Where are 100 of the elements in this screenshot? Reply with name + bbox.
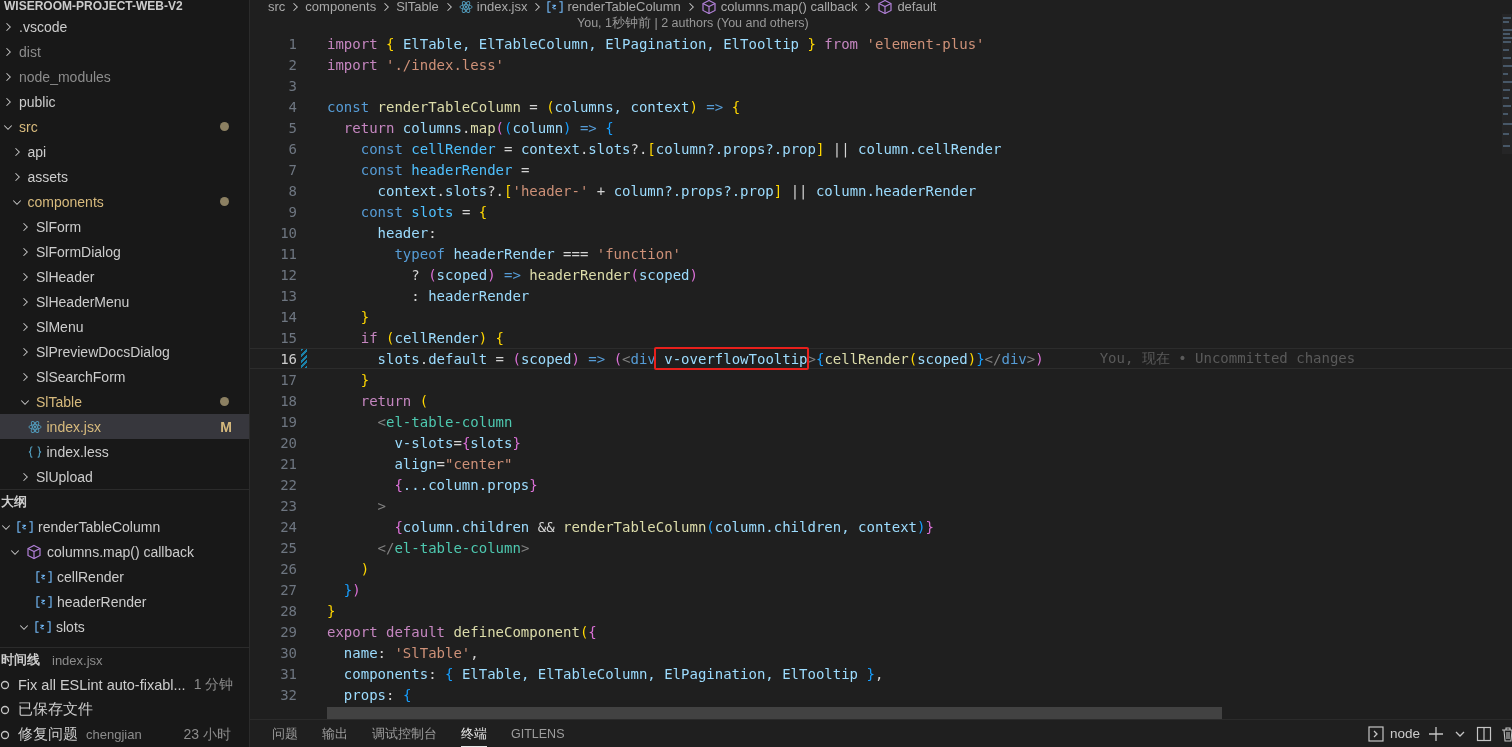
code-line: <el-table-column xyxy=(376,413,513,430)
tree-item[interactable]: SlMenu xyxy=(0,314,249,339)
line-number: 25 xyxy=(279,539,297,556)
code-line: typeof headerRender === 'function' xyxy=(393,245,682,262)
breadcrumb-item[interactable]: index.jsx xyxy=(476,0,528,14)
brackets-icon xyxy=(35,619,51,634)
line-number: 12 xyxy=(279,266,297,283)
panel-tab[interactable]: 问题 xyxy=(272,720,298,747)
tree-item[interactable]: SlHeaderMenu xyxy=(0,289,249,314)
line-number: 3 xyxy=(287,77,297,94)
outline-item[interactable]: cellRender xyxy=(0,564,249,589)
code-line: v-slots={slots} xyxy=(393,434,521,451)
explorer-title: WISEROOM-PROJECT-WEB-V2 xyxy=(3,0,183,14)
line-number: 2 xyxy=(287,56,297,73)
code-line: } xyxy=(327,602,336,619)
tree-item[interactable]: SlPreviewDocsDialog xyxy=(0,339,249,364)
code-line: components: { ElTable, ElTableColumn, ElPagination, ElTooltip }, xyxy=(342,665,884,682)
panel-tab[interactable]: GITLENS xyxy=(511,722,565,745)
timeline-time: 23 小时 xyxy=(183,725,231,744)
line-number: 30 xyxy=(279,644,297,661)
panel-tab[interactable]: 调试控制台 xyxy=(372,720,437,747)
timeline-entry[interactable]: 已保存文件 xyxy=(18,700,93,719)
tree-item[interactable]: index.less xyxy=(0,439,249,464)
tree-item[interactable]: dist xyxy=(0,39,249,64)
tree-item[interactable]: components xyxy=(0,189,249,214)
code-line: }) xyxy=(342,581,361,598)
brackets-icon xyxy=(17,519,33,534)
circle-icon xyxy=(0,704,10,715)
code-line: return columns.map((column) => { xyxy=(342,119,614,136)
trash-icon[interactable] xyxy=(1500,725,1512,742)
code-line: } xyxy=(359,308,370,325)
tree-item[interactable]: public xyxy=(0,89,249,114)
tree-item[interactable]: SlHeader xyxy=(0,264,249,289)
tree-item[interactable]: src xyxy=(0,114,249,139)
circle-icon xyxy=(0,679,10,690)
tree-item[interactable]: index.jsx M xyxy=(0,414,249,439)
section-header: 大纲 xyxy=(1,493,27,511)
terminal-selector[interactable]: node xyxy=(1367,725,1420,742)
line-number: 14 xyxy=(279,308,297,325)
code-line: } xyxy=(359,371,370,388)
line-number: 7 xyxy=(287,161,297,178)
tree-item[interactable]: SlFormDialog xyxy=(0,239,249,264)
line-number: 1 xyxy=(287,35,297,52)
timeline-entry[interactable]: Fix all ESLint auto-fixabl... xyxy=(18,676,186,693)
line-number: 24 xyxy=(279,518,297,535)
line-number: 28 xyxy=(279,602,297,619)
code-line: name: 'SlTable', xyxy=(342,644,479,661)
code-line: : headerRender xyxy=(410,287,530,304)
tree-item[interactable]: assets xyxy=(0,164,249,189)
breadcrumb-item[interactable]: renderTableColumn xyxy=(567,0,681,14)
atom-icon xyxy=(458,0,473,14)
panel-tab[interactable]: 终端 xyxy=(461,720,487,747)
line-number: 16 xyxy=(279,350,297,367)
breadcrumb-item[interactable]: default xyxy=(897,0,937,14)
tree-item[interactable]: api xyxy=(0,139,249,164)
cube-icon xyxy=(26,543,42,560)
plus-icon[interactable] xyxy=(1428,725,1444,742)
code-line: align="center" xyxy=(393,455,513,472)
atom-icon xyxy=(27,419,42,434)
breadcrumb-item[interactable]: columns.map() callback xyxy=(720,0,858,14)
status-letter: M xyxy=(220,418,232,435)
tree-item[interactable]: node_modules xyxy=(0,64,249,89)
code-line: const renderTableColumn = (columns, context) => { xyxy=(327,98,741,115)
breadcrumb-item[interactable]: components xyxy=(305,0,377,14)
codelens-text: You, 1秒钟前 | 2 authors (You and others) xyxy=(576,15,810,32)
terminal-icon xyxy=(1367,725,1384,742)
code-line: context.slots?.['header-' + column?.props?.prop] || column.headerRender xyxy=(376,182,977,199)
tree-item[interactable]: .vscode xyxy=(0,14,249,39)
split-icon[interactable] xyxy=(1476,725,1492,742)
cube-icon xyxy=(700,0,717,14)
brackets-icon xyxy=(36,594,52,609)
cube-icon xyxy=(877,0,894,14)
breadcrumb-item[interactable]: src xyxy=(268,0,286,14)
outline-item[interactable]: columns.map() callback xyxy=(0,539,249,564)
line-number: 9 xyxy=(287,203,297,220)
tree-item[interactable]: SlSearchForm xyxy=(0,364,249,389)
code-line: {column.children && renderTableColumn(column.children, context)} xyxy=(393,518,934,535)
timeline-entry[interactable]: 修复问题 xyxy=(18,725,78,744)
code-line: const slots = { xyxy=(359,203,488,220)
code-line: props: { xyxy=(342,686,412,703)
outline-item[interactable]: renderTableColumn xyxy=(0,514,249,539)
tree-item[interactable]: SlTable xyxy=(0,389,249,414)
horizontal-scrollbar[interactable] xyxy=(327,707,1222,719)
outline-item[interactable]: slots xyxy=(0,614,249,639)
code-line: > xyxy=(376,497,386,514)
breadcrumb-item[interactable]: SlTable xyxy=(396,0,439,14)
tree-item[interactable]: SlUpload xyxy=(0,464,249,489)
code-line: const headerRender = xyxy=(359,161,530,178)
section-header: 时间线 xyxy=(1,651,40,669)
panel-tab[interactable]: 输出 xyxy=(322,720,348,747)
outline-item[interactable]: headerRender xyxy=(0,589,249,614)
code-line: const cellRender = context.slots?.[column?.props?.prop] || column.cellRender xyxy=(359,140,1002,157)
line-number: 5 xyxy=(287,119,297,136)
line-number: 22 xyxy=(279,476,297,493)
code-line: import './index.less' xyxy=(327,56,505,73)
timeline-file: index.jsx xyxy=(52,652,103,668)
code-line: if (cellRender) { xyxy=(359,329,505,346)
tree-item[interactable]: SlForm xyxy=(0,214,249,239)
line-number: 26 xyxy=(279,560,297,577)
line-number: 21 xyxy=(279,455,297,472)
